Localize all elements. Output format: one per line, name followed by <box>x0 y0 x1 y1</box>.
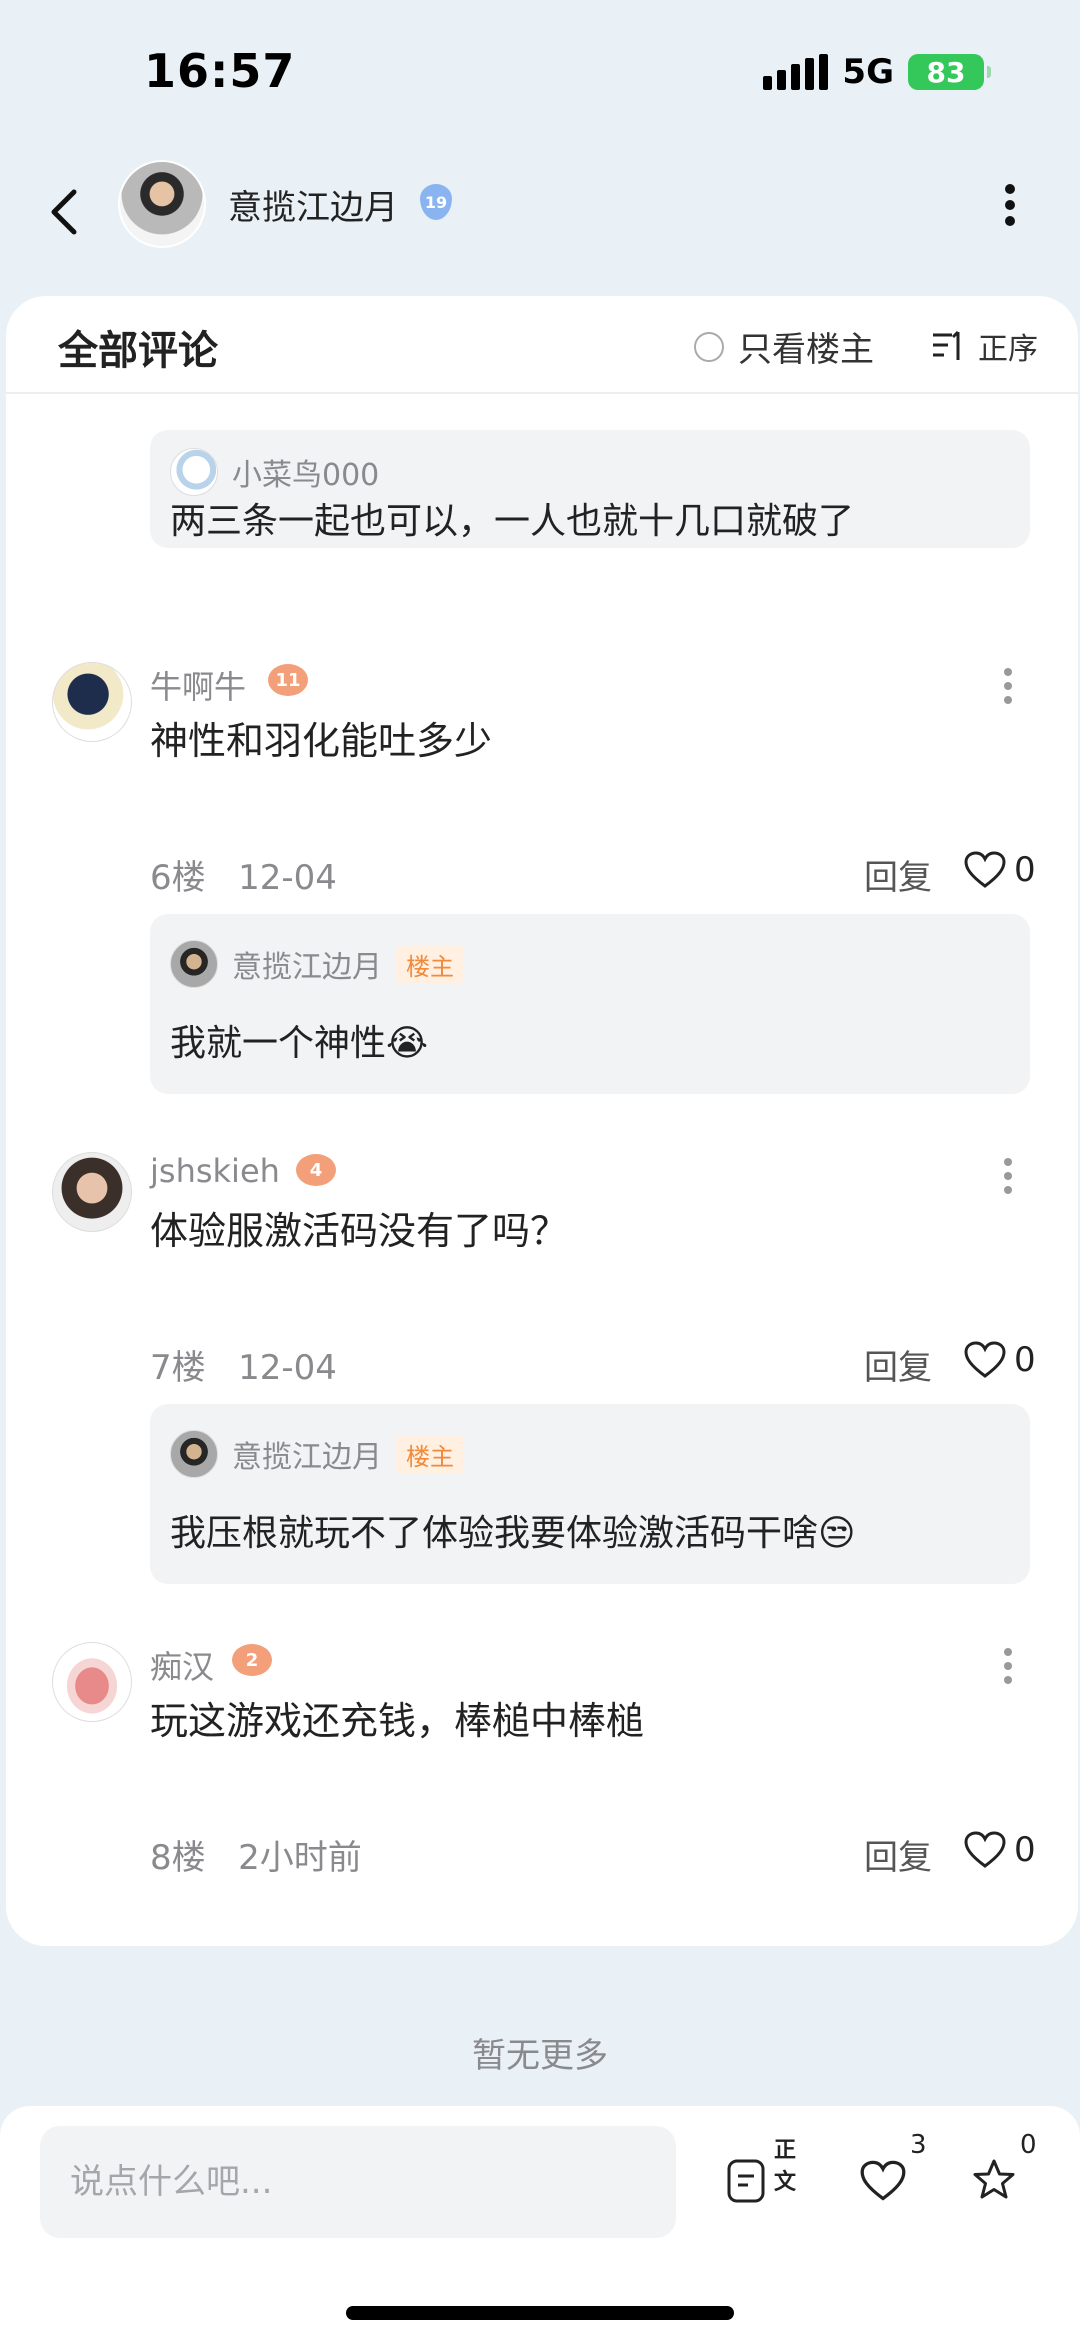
heart-icon <box>964 1341 1006 1378</box>
commenter-name[interactable]: 牛啊牛 <box>150 662 246 708</box>
reply-avatar[interactable] <box>170 448 218 496</box>
battery-icon: 83 <box>908 54 991 90</box>
favorite-count: 0 <box>1020 2130 1037 2160</box>
only-owner-toggle[interactable]: 只看楼主 <box>694 322 874 371</box>
user-level-badge: 11 <box>268 664 308 696</box>
main-text-button[interactable]: 正文 <box>726 2138 796 2212</box>
sort-icon <box>933 330 960 360</box>
comment-more-icon[interactable] <box>1002 1158 1014 1200</box>
like-count: 0 <box>1014 1830 1036 1870</box>
comment-input[interactable] <box>40 2126 676 2238</box>
reply-head: 小菜鸟000 <box>170 448 379 496</box>
reply-head: 意揽江边月 楼主 <box>170 1430 464 1478</box>
top-nav: 意揽江边月 19 <box>0 150 1080 290</box>
reply-name[interactable]: 小菜鸟000 <box>232 450 379 494</box>
star-icon <box>973 2159 1015 2199</box>
level-badge: 19 <box>420 184 452 220</box>
comment-text: 神性和羽化能吐多少 <box>150 719 493 763</box>
comments-title: 全部评论 <box>58 328 218 374</box>
commenter-name[interactable]: jshskieh <box>150 1152 280 1190</box>
comment-meta: 6楼 12-04 <box>150 850 337 899</box>
commenter-avatar[interactable] <box>52 662 132 742</box>
comment-more-icon[interactable] <box>1002 668 1014 710</box>
comments-card: 全部评论 只看楼主 正序 小菜鸟000 两三条一起也可以，一人也就十几口就破了 … <box>6 296 1078 1946</box>
like-button[interactable]: 0 <box>964 1830 1036 1870</box>
reply-text: 我就一个神性😭 <box>170 1023 429 1064</box>
comment-meta: 7楼 12-04 <box>150 1340 337 1389</box>
reply-button[interactable]: 回复 <box>864 850 932 899</box>
only-owner-label: 只看楼主 <box>738 330 874 370</box>
reply-text: 我压根就玩不了体验我要体验激活码干啥😒 <box>170 1513 856 1554</box>
like-post-button[interactable]: 3 <box>860 2130 927 2212</box>
sort-toggle[interactable]: 正序 <box>930 324 1038 368</box>
floor-number: 6楼 <box>150 858 206 898</box>
reply-avatar[interactable] <box>170 1430 218 1478</box>
reply-button[interactable]: 回复 <box>864 1830 932 1879</box>
heart-icon <box>964 851 1006 888</box>
comment-text: 体验服激活码没有了吗？ <box>150 1209 569 1253</box>
document-icon <box>727 2159 765 2203</box>
signal-icon <box>763 54 829 90</box>
sort-label: 正序 <box>978 332 1038 367</box>
reply-box[interactable]: 意揽江边月 楼主 我就一个神性😭 <box>150 914 1030 1094</box>
heart-icon <box>860 2160 906 2201</box>
like-count: 0 <box>1014 1340 1036 1380</box>
reply-button[interactable]: 回复 <box>864 1340 932 1389</box>
comment-date: 2小时前 <box>238 1838 362 1878</box>
no-more-text: 暂无更多 <box>472 2036 608 2076</box>
like-count: 0 <box>1014 850 1036 890</box>
reply-name[interactable]: 意揽江边月 <box>232 942 382 986</box>
comments-header: 全部评论 只看楼主 正序 <box>6 296 1078 394</box>
reply-box[interactable]: 意揽江边月 楼主 我压根就玩不了体验我要体验激活码干啥😒 <box>150 1404 1030 1584</box>
comment-meta: 8楼 2小时前 <box>150 1830 362 1879</box>
author-avatar[interactable] <box>118 160 206 248</box>
like-button[interactable]: 0 <box>964 1340 1036 1380</box>
reply-head: 意揽江边月 楼主 <box>170 940 464 988</box>
user-level-badge: 4 <box>296 1154 336 1186</box>
comment-text: 玩这游戏还充钱，棒槌中棒槌 <box>150 1699 645 1743</box>
like-count: 3 <box>910 2130 927 2160</box>
reply-avatar[interactable] <box>170 940 218 988</box>
battery-level: 83 <box>926 55 966 89</box>
back-arrow-icon[interactable] <box>44 182 84 242</box>
status-indicators: 5G 83 <box>763 52 991 92</box>
reply-name[interactable]: 意揽江边月 <box>232 1432 382 1476</box>
heart-icon <box>964 1831 1006 1868</box>
author-name[interactable]: 意揽江边月 <box>228 180 398 229</box>
comment-date: 12-04 <box>238 1348 337 1388</box>
home-indicator <box>346 2306 734 2320</box>
commenter-avatar[interactable] <box>52 1152 132 1232</box>
network-type: 5G <box>842 52 894 92</box>
reply-box[interactable]: 小菜鸟000 两三条一起也可以，一人也就十几口就破了 <box>150 430 1030 548</box>
more-options-icon[interactable] <box>998 180 1022 232</box>
floor-number: 7楼 <box>150 1348 206 1388</box>
owner-tag: 楼主 <box>396 944 464 984</box>
like-button[interactable]: 0 <box>964 850 1036 890</box>
reply-text: 两三条一起也可以，一人也就十几口就破了 <box>170 501 855 542</box>
status-time: 16:57 <box>144 44 296 98</box>
radio-icon[interactable] <box>694 331 724 362</box>
user-level-badge: 2 <box>232 1644 272 1676</box>
owner-tag: 楼主 <box>396 1434 464 1474</box>
commenter-name[interactable]: 痴汉 <box>150 1642 214 1688</box>
main-text-label: 正文 <box>774 2138 797 2195</box>
status-bar: 16:57 5G 83 <box>0 0 1080 150</box>
floor-number: 8楼 <box>150 1838 206 1878</box>
favorite-button[interactable]: 0 <box>972 2130 1037 2212</box>
comment-more-icon[interactable] <box>1002 1648 1014 1690</box>
comment-date: 12-04 <box>238 858 337 898</box>
commenter-avatar[interactable] <box>52 1642 132 1722</box>
